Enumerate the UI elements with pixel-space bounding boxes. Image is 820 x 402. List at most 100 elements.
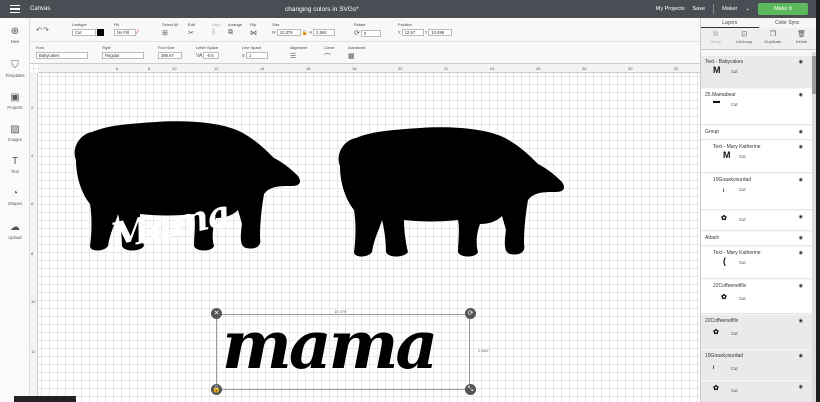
hamburger-menu-icon[interactable] (10, 5, 20, 13)
ungroup-button[interactable]: ⊡ UnGroup (730, 28, 759, 49)
layer-item[interactable]: 22Coffeenetflix ◉ ✿ Cut (701, 315, 816, 349)
layer-item[interactable]: ◉ ✿ Cut (701, 381, 816, 402)
alignment-icon[interactable]: ☰ (290, 52, 296, 60)
eye-icon[interactable]: ◉ (799, 129, 803, 135)
eye-icon[interactable]: ◉ (799, 318, 803, 324)
style-select[interactable]: Regular (102, 52, 144, 59)
eye-icon[interactable]: ◉ (799, 384, 803, 390)
resize-handle-icon[interactable]: ⤡ (465, 384, 476, 395)
undo-icon[interactable]: ↶ (36, 26, 42, 34)
make-it-button[interactable]: Make It (757, 3, 808, 15)
delete-button[interactable]: 🗑 Delete (787, 28, 816, 49)
layer-item[interactable]: Text - Mary Katherine ◉ ( Cut (701, 247, 816, 279)
arrange-icon[interactable]: ⧉ (228, 29, 233, 37)
font-size-input[interactable]: 366.67 (158, 52, 182, 59)
layers-panel: Layers Color Sync ⧉ Group ⊡ UnGroup ❐ Dupli… (700, 18, 816, 402)
tab-layers[interactable]: Layers (701, 18, 759, 28)
undo-redo: ↶ ↷ (36, 26, 49, 34)
height-input[interactable]: 2.584 (313, 29, 336, 36)
eye-icon[interactable]: ◉ (799, 144, 803, 150)
linetype-color-swatch[interactable] (97, 29, 105, 36)
eye-icon[interactable]: ◉ (799, 92, 803, 98)
select-all-icon[interactable]: ⊞ (162, 29, 168, 37)
flip-control: Flip ⋈ (250, 22, 257, 37)
art-thumb-icon: ✿ (713, 329, 719, 336)
sidebar-item-projects[interactable]: ▣ Projects (0, 92, 30, 110)
eye-icon[interactable]: ◉ (799, 353, 803, 359)
fill-select[interactable]: No Fill (114, 29, 136, 36)
selected-script-text[interactable]: mama (222, 312, 438, 378)
arrange-control: Arrange ⧉ (228, 22, 242, 37)
design-canvas[interactable]: 6 8 10 12 14 16 18 20 22 24 26 28 30 32 … (30, 64, 700, 402)
scissors-icon[interactable]: ✂ (188, 29, 194, 37)
selection-width-label: 10.379" (334, 309, 348, 314)
group-button[interactable]: ⧉ Group (701, 28, 730, 49)
tab-color-sync[interactable]: Color Sync (759, 18, 817, 28)
line-space-input[interactable]: 1 (246, 52, 269, 59)
lock-icon[interactable]: 🔒 (302, 30, 308, 36)
ungroup-icon: ⊡ (741, 31, 748, 38)
upload-icon: ☁ (10, 222, 20, 233)
layer-item[interactable]: 19Goaskyourdad ◉ i Cut (701, 350, 816, 380)
width-input[interactable]: 10.379 (276, 29, 301, 36)
eye-icon[interactable]: ◉ (799, 250, 803, 256)
art-thumb-icon: ✿ (721, 215, 727, 222)
y-position-input[interactable]: 10.698 (428, 29, 453, 36)
trash-icon: 🗑 (797, 31, 807, 38)
duplicate-button[interactable]: ❐ Duplicate (759, 28, 788, 49)
layer-item[interactable]: Text - Mary Katherine ◉ M Cut (701, 141, 816, 173)
sidebar-item-new[interactable]: ⊕ New (0, 26, 30, 44)
lock-handle-icon[interactable]: 🔒 (211, 384, 222, 395)
rotate-handle-icon[interactable]: ⟳ (465, 308, 476, 319)
layer-item[interactable]: 19Goaskyourdad ◉ i Cut (701, 174, 816, 210)
sidebar-item-images[interactable]: ▨ Images (0, 124, 30, 142)
advanced-icon[interactable]: ▦ (348, 52, 355, 60)
sidebar-item-shapes[interactable]: ◔ Shapes (0, 188, 30, 206)
eye-icon[interactable]: ◉ (799, 177, 803, 183)
fill-control: Fill No Fill ∕ (114, 22, 139, 36)
chevron-down-icon[interactable]: ⌄ (745, 6, 750, 12)
redo-icon[interactable]: ↷ (43, 26, 49, 34)
letter-space-icon: VA (196, 52, 203, 59)
edit-control: Edit ✂ (188, 22, 195, 37)
alignment-control: Alignment ☰ (290, 45, 308, 60)
close-handle-icon[interactable]: ✕ (211, 308, 222, 319)
layer-group[interactable]: Group ◉ (701, 126, 816, 140)
letter-space-control: Letter Space VA -0.6 (196, 45, 220, 59)
rotate-input[interactable]: 0 (360, 29, 381, 37)
art-thumb-icon: ✿ (713, 385, 719, 392)
layer-item[interactable]: Text - Babycakes ◉ M Cut (701, 56, 816, 88)
sidebar-item-upload[interactable]: ☁ Upload (0, 222, 30, 240)
sidebar-item-templates[interactable]: ⛉ Templates (0, 60, 30, 78)
top-bar: Canvas changing colors in SVGs* My Proje… (0, 0, 816, 18)
duplicate-icon: ❐ (769, 31, 777, 38)
letter-space-input[interactable]: -0.6 (203, 52, 220, 59)
curve-icon[interactable]: ⌒ (324, 52, 331, 62)
projects-icon: ▣ (10, 92, 20, 103)
my-projects-link[interactable]: My Projects (656, 6, 685, 12)
style-control: Style Regular (102, 45, 144, 59)
x-position-input[interactable]: 12.57 (401, 29, 424, 36)
font-select[interactable]: Babycakes (36, 52, 88, 59)
flip-icon[interactable]: ⋈ (250, 29, 257, 37)
sidebar-item-text[interactable]: T Text (0, 156, 30, 174)
linetype-select[interactable]: Cut (72, 29, 96, 36)
linetype-control: Linetype Cut (72, 22, 105, 36)
plain-bear-shape[interactable] (330, 126, 570, 260)
align-icon[interactable]: ⫼ (212, 29, 215, 37)
bear-thumb-icon: ▬ (713, 98, 720, 105)
machine-select[interactable]: Maker (722, 6, 737, 12)
layer-item[interactable]: 25.Mamabear ◉ ▬ Cut (701, 89, 816, 125)
eye-icon[interactable]: ◉ (799, 214, 803, 220)
no-fill-icon: ∕ (137, 29, 139, 36)
eye-icon[interactable]: ◉ (799, 235, 803, 241)
eye-icon[interactable]: ◉ (799, 283, 803, 289)
save-button[interactable]: Save (693, 6, 706, 12)
layers-scrollbar[interactable] (812, 52, 816, 402)
align-control: Align ⫼ (212, 22, 221, 37)
layer-item[interactable]: ◉ ✿ Cut (701, 211, 816, 231)
layer-group[interactable]: Attach ◉ (701, 232, 816, 246)
text-toolbar: Font Babycakes Style Regular Font Size 3… (30, 42, 700, 64)
layer-item[interactable]: 22Coffeenetflix ◉ ✿ Cut (701, 280, 816, 314)
eye-icon[interactable]: ◉ (799, 59, 803, 65)
